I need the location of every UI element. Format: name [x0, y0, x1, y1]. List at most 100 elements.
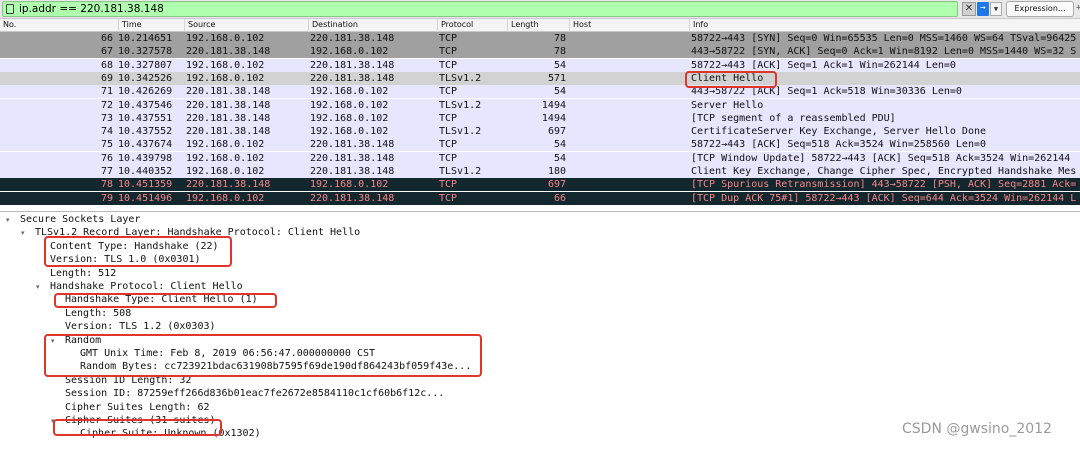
- detail-tree-item[interactable]: Random Bytes: cc723921bdac631908b7595f69…: [80, 360, 471, 373]
- detail-tree-item[interactable]: Random: [65, 334, 101, 347]
- packet-cell-no: 67: [100, 46, 113, 58]
- column-header-no[interactable]: No.: [0, 19, 118, 32]
- packet-cell-dst: 220.181.38.148: [310, 33, 395, 44]
- packet-cell-time: 10.437552: [118, 126, 173, 138]
- detail-tree-item[interactable]: Session ID: 87259eff266d836b01eac7fe2672…: [65, 387, 444, 400]
- packet-cell-src: 192.168.0.102: [186, 59, 265, 71]
- column-header-info[interactable]: Info: [689, 19, 1080, 32]
- expand-arrow-icon[interactable]: ▾: [51, 337, 59, 345]
- watermark: CSDN @gwsino_2012: [902, 421, 1052, 437]
- packet-row[interactable]: 77 10.440352 192.168.0.102 220.181.38.148 TL…: [0, 165, 1080, 178]
- packet-cell-info: 58722→443 [ACK] Seq=518 Ack=3524 Win=258…: [691, 139, 987, 151]
- packet-row[interactable]: 72 10.437546 220.181.38.148 192.168.0.102 TL…: [0, 98, 1080, 112]
- packet-cell-info: [TCP Window Update] 58722→443 [ACK] Seq=…: [691, 152, 1071, 164]
- detail-tree-item[interactable]: GMT Unix Time: Feb 8, 2019 06:56:47.0000…: [80, 347, 375, 360]
- packet-cell-dst: 220.181.38.148: [310, 152, 395, 164]
- expand-arrow-icon[interactable]: ▾: [36, 283, 44, 291]
- packet-cell-proto: TCP: [439, 33, 458, 44]
- packet-cell-info: Client Hello: [691, 72, 764, 84]
- packet-cell-len: 1494: [541, 112, 566, 124]
- packet-cell-no: 72: [100, 99, 113, 111]
- expression-button[interactable]: Expression...: [1006, 1, 1074, 17]
- expand-arrow-icon[interactable]: ▾: [21, 229, 29, 237]
- packet-cell-src: 220.181.38.148: [186, 46, 271, 58]
- detail-tree-item[interactable]: Handshake Protocol: Client Hello: [50, 280, 243, 293]
- packet-cell-dst: 192.168.0.102: [310, 86, 389, 98]
- packet-cell-len: 78: [553, 33, 566, 44]
- packet-row[interactable]: 67 10.327578 220.181.38.148 192.168.0.102 TC…: [0, 45, 1080, 59]
- detail-tree-item[interactable]: Cipher Suite: Unknown (0x1302): [80, 427, 261, 440]
- packet-cell-info: [TCP Spurious Retransmission] 443→58722 …: [691, 179, 1077, 191]
- packet-row[interactable]: 66 10.214651 192.168.0.102 220.181.38.148 TC…: [0, 32, 1080, 45]
- detail-tree-item[interactable]: Cipher Suites (31 suites): [65, 414, 216, 427]
- packet-cell-dst: 192.168.0.102: [310, 179, 389, 191]
- detail-tree-item[interactable]: Session ID Length: 32: [65, 374, 191, 387]
- packet-row[interactable]: 75 10.437674 192.168.0.102 220.181.38.148 TC…: [0, 138, 1080, 152]
- packet-row[interactable]: 71 10.426269 220.181.38.148 192.168.0.102 TC…: [0, 85, 1080, 99]
- packet-cell-time: 10.451359: [118, 179, 173, 191]
- packet-cell-dst: 220.181.38.148: [310, 72, 395, 84]
- packet-cell-proto: TLSv1.2: [439, 166, 482, 177]
- packet-cell-dst: 220.181.38.148: [310, 166, 395, 177]
- packet-cell-proto: TCP: [439, 192, 458, 204]
- packet-cell-info: 58722→443 [SYN] Seq=0 Win=65535 Len=0 MS…: [691, 33, 1077, 44]
- packet-cell-len: 54: [553, 59, 566, 71]
- packet-row[interactable]: 68 10.327807 192.168.0.102 220.181.38.148 TC…: [0, 58, 1080, 72]
- column-header-time[interactable]: Time: [118, 19, 184, 32]
- packet-cell-src: 192.168.0.102: [186, 33, 265, 44]
- packet-cell-info: Server Hello: [691, 99, 764, 111]
- detail-tree-item[interactable]: Version: TLS 1.0 (0x0301): [50, 253, 201, 266]
- packet-cell-time: 10.327578: [118, 46, 173, 58]
- detail-tree-item[interactable]: Secure Sockets Layer: [20, 213, 140, 226]
- packet-cell-time: 10.214651: [118, 33, 173, 44]
- packet-cell-src: 192.168.0.102: [186, 192, 265, 204]
- detail-tree-item[interactable]: Version: TLS 1.2 (0x0303): [65, 320, 216, 333]
- packet-cell-proto: TCP: [439, 139, 458, 151]
- packet-cell-len: 54: [553, 86, 566, 98]
- expand-arrow-icon[interactable]: ▾: [51, 417, 59, 425]
- display-filter-input[interactable]: ip.addr == 220.181.38.148: [2, 1, 958, 17]
- detail-tree-item[interactable]: Cipher Suites Length: 62: [65, 401, 210, 414]
- detail-tree-item[interactable]: Length: 512: [50, 267, 116, 280]
- packet-cell-info: Client Key Exchange, Change Cipher Spec,…: [691, 166, 1077, 177]
- packet-cell-no: 71: [100, 86, 113, 98]
- packet-cell-dst: 220.181.38.148: [310, 139, 395, 151]
- detail-tree-item[interactable]: Length: 508: [65, 307, 131, 320]
- packet-cell-time: 10.437674: [118, 139, 173, 151]
- packet-cell-time: 10.451496: [118, 192, 173, 204]
- detail-tree-item[interactable]: Content Type: Handshake (22): [50, 240, 219, 253]
- add-filter-button[interactable]: +: [1076, 3, 1080, 13]
- column-header-host[interactable]: Host: [569, 19, 689, 32]
- packet-cell-proto: TLSv1.2: [439, 99, 482, 111]
- packet-cell-src: 192.168.0.102: [186, 139, 265, 151]
- expand-arrow-icon[interactable]: ▾: [6, 216, 14, 224]
- packet-list[interactable]: 66 10.214651 192.168.0.102 220.181.38.148 TC…: [0, 32, 1080, 211]
- packet-cell-time: 10.342526: [118, 72, 173, 84]
- packet-cell-src: 192.168.0.102: [186, 72, 265, 84]
- column-header-length[interactable]: Length: [507, 19, 569, 32]
- packet-cell-src: 220.181.38.148: [186, 179, 271, 191]
- packet-row[interactable]: 69 10.342526 192.168.0.102 220.181.38.148 TL…: [0, 71, 1080, 85]
- packet-row[interactable]: 78 10.451359 220.181.38.148 192.168.0.102 TC…: [0, 178, 1080, 192]
- column-header-protocol[interactable]: Protocol: [437, 19, 507, 32]
- apply-filter-button[interactable]: →: [977, 2, 989, 16]
- packet-cell-len: 54: [553, 139, 566, 151]
- filter-history-dropdown[interactable]: ▼: [990, 2, 1002, 16]
- packet-row[interactable]: 79 10.451496 192.168.0.102 220.181.38.148 TC…: [0, 191, 1080, 205]
- packet-cell-dst: 220.181.38.148: [310, 59, 395, 71]
- packet-cell-proto: TLSv1.2: [439, 126, 482, 138]
- chevron-down-icon: ▼: [993, 5, 999, 13]
- packet-cell-info: 443→58722 [ACK] Seq=1 Ack=518 Win=30336 …: [691, 86, 962, 98]
- detail-tree-item[interactable]: Handshake Type: Client Hello (1): [65, 293, 258, 306]
- packet-row[interactable]: 74 10.437552 220.181.38.148 192.168.0.102 TL…: [0, 125, 1080, 139]
- column-header-source[interactable]: Source: [184, 19, 310, 32]
- detail-tree-item[interactable]: TLSv1.2 Record Layer: Handshake Protocol…: [35, 226, 360, 239]
- packet-cell-info: [TCP Dup ACK 75#1] 58722→443 [ACK] Seq=6…: [691, 192, 1077, 204]
- packet-row[interactable]: 73 10.437551 220.181.38.148 192.168.0.102 TC…: [0, 111, 1080, 125]
- packet-cell-no: 77: [100, 166, 113, 177]
- packet-row[interactable]: 76 10.439798 192.168.0.102 220.181.38.148 TC…: [0, 151, 1080, 165]
- clear-filter-button[interactable]: ✕: [962, 2, 976, 16]
- packet-cell-proto: TCP: [439, 86, 458, 98]
- column-header-destination[interactable]: Destination: [308, 19, 438, 32]
- bookmark-icon[interactable]: [6, 4, 14, 14]
